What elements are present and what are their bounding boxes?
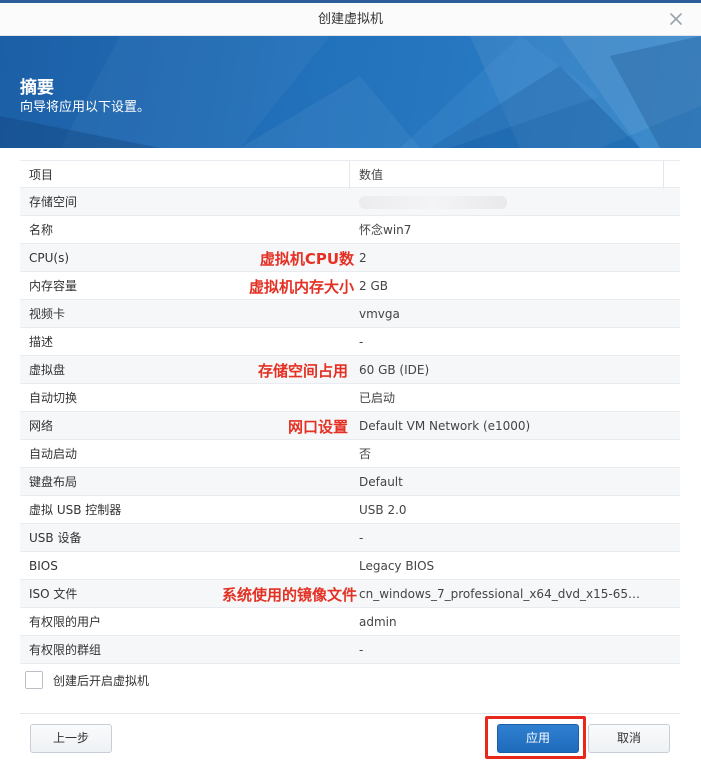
row-key: 键盘布局	[29, 475, 78, 489]
row-value: 否	[359, 447, 372, 461]
column-divider	[663, 161, 664, 189]
row-key: BIOS	[29, 559, 58, 573]
checkbox-icon[interactable]	[25, 671, 43, 689]
apply-button[interactable]: 应用	[497, 724, 579, 753]
row-key: 自动启动	[29, 447, 78, 461]
table-row: 描述 -	[20, 328, 680, 356]
dialog-titlebar: 创建虚拟机	[0, 3, 701, 36]
column-divider	[349, 161, 350, 189]
row-value: -	[359, 335, 364, 349]
annotation-disk: 存储空间占用	[257, 362, 348, 380]
row-value: -	[359, 643, 364, 657]
footer-divider	[20, 713, 680, 714]
banner-heading: 摘要	[20, 78, 54, 98]
row-value: 60 GB (IDE)	[359, 363, 430, 377]
table-row: 自动启动 否	[20, 440, 680, 468]
banner-decoration	[0, 36, 701, 148]
row-value: Legacy BIOS	[359, 559, 435, 573]
wizard-banner: 摘要 向导将应用以下设置。	[0, 36, 701, 148]
row-key: 存储空间	[29, 195, 78, 209]
annotation-iso: 系统使用的镜像文件	[221, 586, 357, 604]
table-row: 虚拟 USB 控制器 USB 2.0	[20, 496, 680, 524]
row-key: 视频卡	[29, 307, 66, 321]
row-key: 虚拟 USB 控制器	[29, 503, 122, 517]
cancel-button[interactable]: 取消	[588, 724, 670, 753]
row-key: 自动切换	[29, 391, 78, 405]
row-value: 已启动	[359, 391, 396, 405]
table-row: 名称 怀念win7	[20, 216, 680, 244]
table-row: 网络 Default VM Network (e1000)	[20, 412, 680, 440]
table-row: 存储空间	[20, 188, 680, 216]
row-key: 名称	[29, 223, 54, 237]
table-row: USB 设备 -	[20, 524, 680, 552]
table-row: 视频卡 vmvga	[20, 300, 680, 328]
annotation-network: 网口设置	[287, 418, 348, 436]
row-value: 2 GB	[359, 279, 388, 293]
table-row: 有权限的用户 admin	[20, 608, 680, 636]
row-key: USB 设备	[29, 531, 82, 545]
row-value: USB 2.0	[359, 503, 407, 517]
previous-button[interactable]: 上一步	[30, 724, 112, 753]
table-row: 键盘布局 Default	[20, 468, 680, 496]
table-row: BIOS Legacy BIOS	[20, 552, 680, 580]
table-row: 有权限的群组 -	[20, 636, 680, 664]
table-row: 自动切换 已启动	[20, 384, 680, 412]
start-after-create-label[interactable]: 创建后开启虚拟机	[53, 672, 149, 689]
row-value: -	[359, 531, 364, 545]
close-icon[interactable]	[667, 10, 685, 28]
row-key: 有权限的群组	[29, 643, 102, 657]
row-value: admin	[359, 615, 397, 629]
header-value[interactable]: 数值	[359, 161, 651, 189]
row-key: 有权限的用户	[29, 615, 102, 629]
row-value: cn_windows_7_professional_x64_dvd_x15-65…	[359, 587, 641, 601]
dialog-title: 创建虚拟机	[317, 12, 383, 27]
table-row: 虚拟盘 60 GB (IDE)	[20, 356, 680, 384]
annotation-cpu: 虚拟机CPU数	[259, 250, 354, 268]
annotation-memory: 虚拟机内存大小	[248, 278, 354, 296]
table-header-row: 项目 数值	[20, 160, 680, 189]
row-key: 描述	[29, 335, 54, 349]
row-value: vmvga	[359, 307, 400, 321]
row-value: 2	[359, 251, 367, 265]
header-key[interactable]: 项目	[29, 161, 349, 189]
banner-subtitle: 向导将应用以下设置。	[20, 100, 151, 115]
row-value: Default VM Network (e1000)	[359, 419, 531, 433]
row-value: Default	[359, 475, 403, 489]
row-value: 怀念win7	[359, 223, 412, 237]
blurred-storage-value	[359, 196, 507, 209]
